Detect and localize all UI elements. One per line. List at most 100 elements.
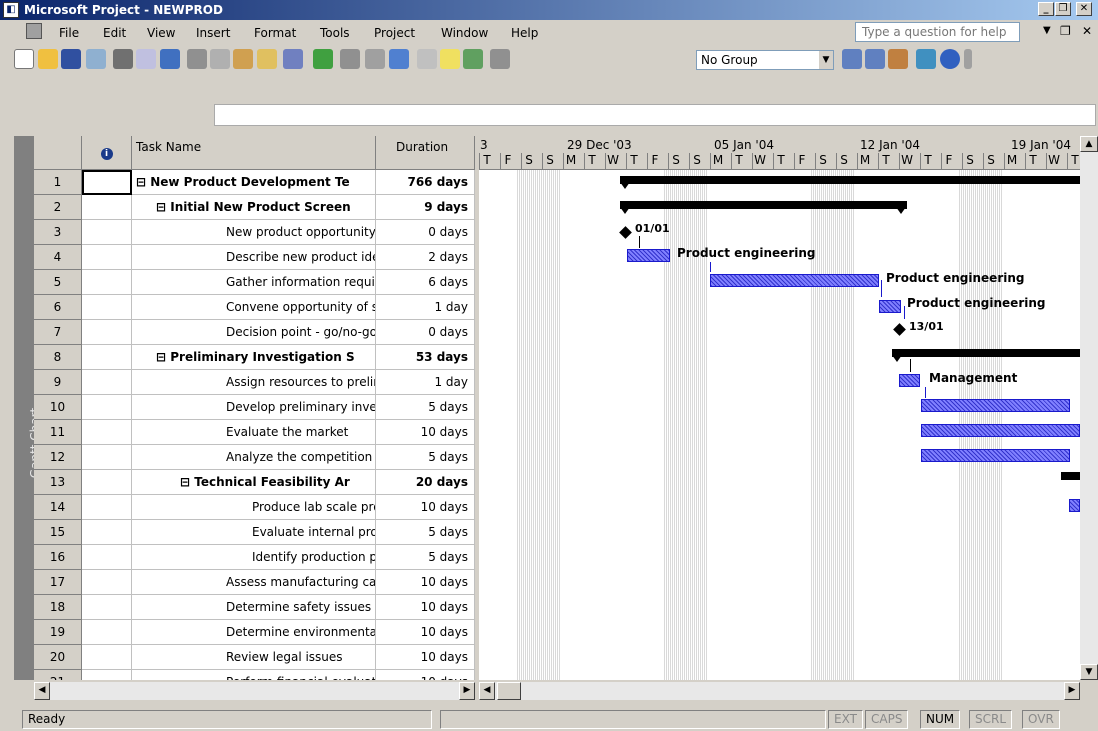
table-row[interactable]: 16 Identify production prc 5 days xyxy=(34,545,475,570)
row-id[interactable]: 9 xyxy=(34,370,82,395)
row-id[interactable]: 11 xyxy=(34,420,82,445)
collapse-icon[interactable]: ⊟ xyxy=(156,350,170,364)
task-bar-9[interactable] xyxy=(899,374,920,387)
indicator-cell[interactable] xyxy=(82,495,132,520)
duration-cell[interactable]: 10 days xyxy=(376,595,475,620)
menu-view[interactable]: View xyxy=(147,26,175,40)
row-id[interactable]: 21 xyxy=(34,670,82,680)
table-row[interactable]: 11 Evaluate the market 10 days xyxy=(34,420,475,445)
row-id[interactable]: 1 xyxy=(34,170,82,195)
row-id[interactable]: 19 xyxy=(34,620,82,645)
close-button[interactable]: ✕ xyxy=(1076,2,1092,16)
task-name-cell[interactable]: ⊟ Technical Feasibility Ar xyxy=(132,470,376,495)
view-bar[interactable]: Gantt Chart xyxy=(14,136,42,680)
copy-picture-icon[interactable] xyxy=(916,49,936,69)
row-id[interactable]: 16 xyxy=(34,545,82,570)
duration-cell[interactable]: 5 days xyxy=(376,545,475,570)
help-dropdown-icon[interactable]: ▼ xyxy=(1043,25,1051,36)
task-name-cell[interactable]: Decision point - go/no-go t xyxy=(132,320,376,345)
table-row[interactable]: 10 Develop preliminary invest 5 days xyxy=(34,395,475,420)
insert-hyperlink-icon[interactable] xyxy=(313,49,333,69)
doc-close-icon[interactable]: ✕ xyxy=(1082,24,1092,38)
task-bar-14[interactable] xyxy=(1069,499,1080,512)
task-name-cell[interactable]: ⊟ Initial New Product Screen xyxy=(132,195,376,220)
table-row[interactable]: 8 ⊟ Preliminary Investigation S 53 days xyxy=(34,345,475,370)
new-icon[interactable] xyxy=(14,49,34,69)
help-icon[interactable] xyxy=(940,49,960,69)
summary-bar-1[interactable] xyxy=(620,176,1080,184)
indicator-cell[interactable] xyxy=(82,170,132,195)
undo-icon[interactable] xyxy=(283,49,303,69)
table-row[interactable]: 14 Produce lab scale pro 10 days xyxy=(34,495,475,520)
vertical-scrollbar[interactable]: ▲ ▼ xyxy=(1080,136,1098,680)
table-row[interactable]: 4 Describe new product ide 2 days xyxy=(34,245,475,270)
task-name-cell[interactable]: Evaluate internal produ xyxy=(132,520,376,545)
restore-button[interactable]: ❐ xyxy=(1055,2,1071,16)
duration-cell[interactable]: 10 days xyxy=(376,645,475,670)
duration-cell[interactable]: 53 days xyxy=(376,345,475,370)
document-icon[interactable] xyxy=(26,23,42,39)
row-id[interactable]: 3 xyxy=(34,220,82,245)
menu-window[interactable]: Window xyxy=(441,26,488,40)
link-tasks-icon[interactable] xyxy=(340,49,360,69)
collapse-icon[interactable]: ⊟ xyxy=(156,200,170,214)
menu-project[interactable]: Project xyxy=(374,26,415,40)
task-name-cell[interactable]: Analyze the competition xyxy=(132,445,376,470)
row-id[interactable]: 14 xyxy=(34,495,82,520)
row-id[interactable]: 20 xyxy=(34,645,82,670)
task-notes-icon[interactable] xyxy=(440,49,460,69)
indicator-cell[interactable] xyxy=(82,470,132,495)
summary-bar-2[interactable] xyxy=(620,201,907,209)
row-id[interactable]: 13 xyxy=(34,470,82,495)
task-name-cell[interactable]: Describe new product ide xyxy=(132,245,376,270)
summary-bar-8[interactable] xyxy=(892,349,1080,357)
group-dropdown-icon[interactable]: ▼ xyxy=(819,51,833,69)
copy-icon[interactable] xyxy=(210,49,230,69)
task-name-cell[interactable]: Produce lab scale pro xyxy=(132,495,376,520)
task-name-cell[interactable]: Evaluate the market xyxy=(132,420,376,445)
duration-cell[interactable]: 5 days xyxy=(376,445,475,470)
indicator-cell[interactable] xyxy=(82,520,132,545)
task-bar-10[interactable] xyxy=(921,399,1070,412)
select-all-corner[interactable] xyxy=(34,136,82,170)
task-information-icon[interactable] xyxy=(417,49,437,69)
open-icon[interactable] xyxy=(38,49,58,69)
row-id[interactable]: 8 xyxy=(34,345,82,370)
indicator-cell[interactable] xyxy=(82,420,132,445)
zoom-out-icon[interactable] xyxy=(865,49,885,69)
menu-insert[interactable]: Insert xyxy=(196,26,230,40)
duration-cell[interactable]: 5 days xyxy=(376,395,475,420)
task-bar-6[interactable] xyxy=(879,300,901,313)
indicator-cell[interactable] xyxy=(82,195,132,220)
table-row[interactable]: 18 Determine safety issues 10 days xyxy=(34,595,475,620)
duration-cell[interactable]: 10 days xyxy=(376,420,475,445)
scroll-down-icon[interactable]: ▼ xyxy=(1080,664,1098,680)
table-row[interactable]: 15 Evaluate internal produ5 days xyxy=(34,520,475,545)
row-id[interactable]: 5 xyxy=(34,270,82,295)
task-name-cell[interactable]: Develop preliminary invest xyxy=(132,395,376,420)
task-name-cell[interactable]: Review legal issues xyxy=(132,645,376,670)
table-row[interactable]: 20 Review legal issues 10 days xyxy=(34,645,475,670)
split-task-icon[interactable] xyxy=(389,49,409,69)
chart-horizontal-scrollbar[interactable]: ◀ ▶ xyxy=(479,682,1080,700)
indicator-cell[interactable] xyxy=(82,595,132,620)
summary-bar-13[interactable] xyxy=(1061,472,1080,480)
table-row[interactable]: 19 Determine environmental is10 days xyxy=(34,620,475,645)
indicator-cell[interactable] xyxy=(82,270,132,295)
duration-cell[interactable]: 10 days xyxy=(376,570,475,595)
table-row[interactable]: 21 Perform financial evaluatic10 days xyxy=(34,670,475,680)
task-name-cell[interactable]: Determine safety issues xyxy=(132,595,376,620)
format-painter-icon[interactable] xyxy=(257,49,277,69)
row-id[interactable]: 10 xyxy=(34,395,82,420)
task-name-cell[interactable]: Gather information require xyxy=(132,270,376,295)
cut-icon[interactable] xyxy=(187,49,207,69)
menu-edit[interactable]: Edit xyxy=(103,26,126,40)
row-id[interactable]: 6 xyxy=(34,295,82,320)
indicator-cell[interactable] xyxy=(82,245,132,270)
task-name-cell[interactable]: Perform financial evaluatic xyxy=(132,670,376,680)
row-id[interactable]: 15 xyxy=(34,520,82,545)
row-id[interactable]: 7 xyxy=(34,320,82,345)
print-icon[interactable] xyxy=(113,49,133,69)
task-name-cell[interactable]: Identify production prc xyxy=(132,545,376,570)
duration-cell[interactable]: 9 days xyxy=(376,195,475,220)
